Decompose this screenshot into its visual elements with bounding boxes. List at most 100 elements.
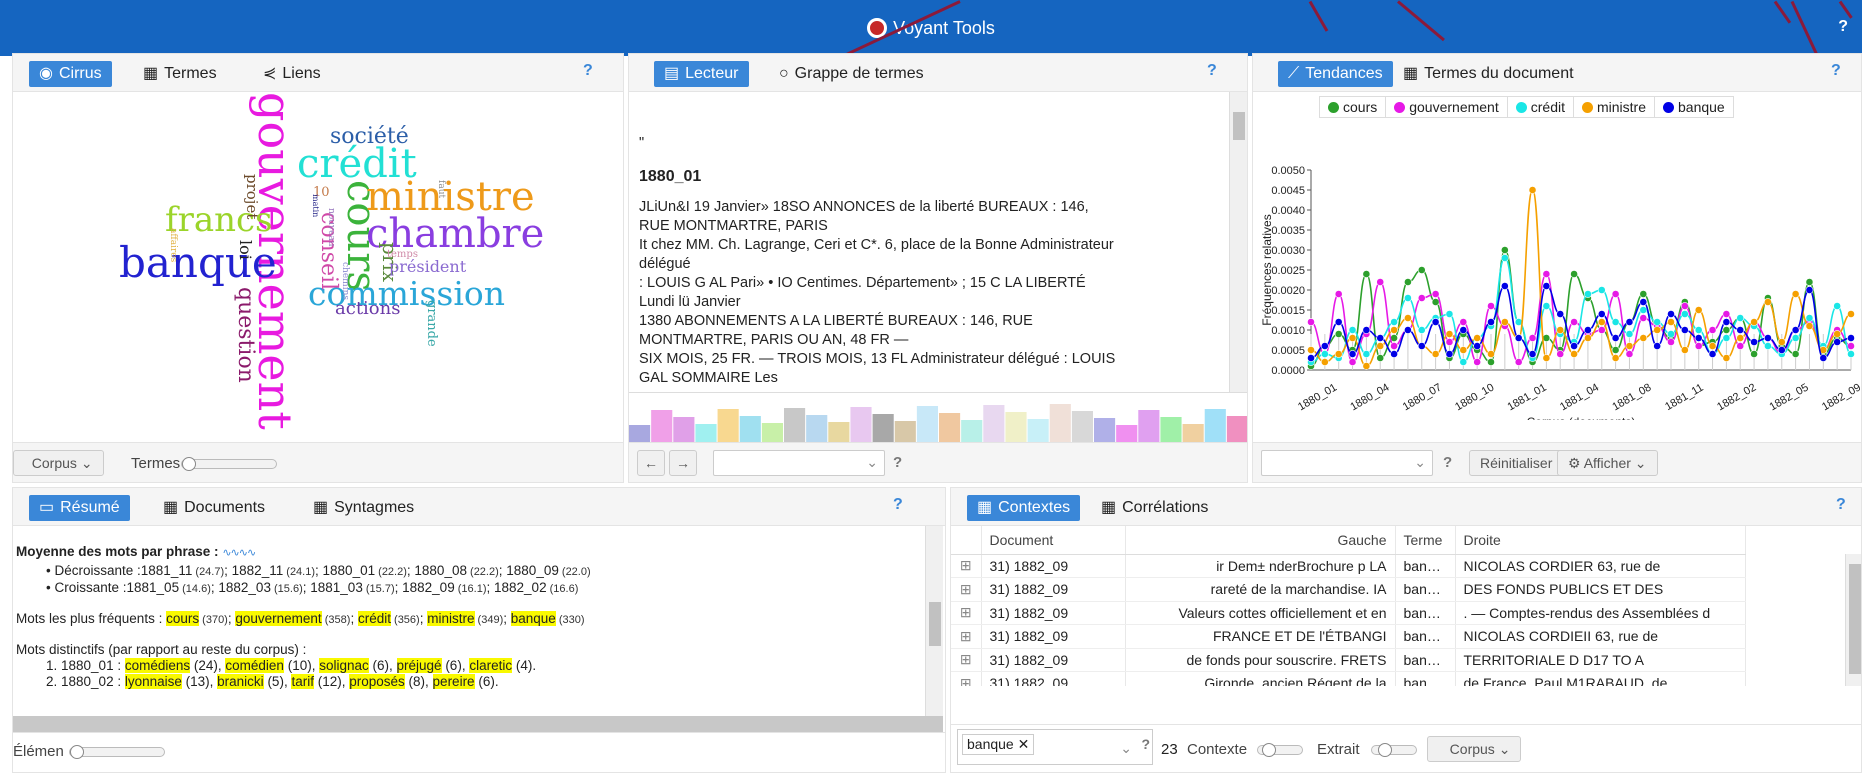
data-point[interactable] — [1764, 334, 1772, 342]
document-bar[interactable] — [1116, 425, 1138, 443]
data-point[interactable] — [1667, 310, 1675, 318]
tab-lecteur[interactable]: ▤ Lecteur — [654, 61, 749, 87]
document-bar[interactable] — [695, 424, 717, 443]
document-link[interactable]: 1882_11 — [232, 563, 284, 578]
data-point[interactable] — [1777, 338, 1786, 346]
data-point[interactable] — [1500, 318, 1509, 326]
document-link[interactable]: 1881_11 — [141, 563, 193, 578]
data-point[interactable] — [1307, 346, 1315, 354]
data-point[interactable] — [1694, 342, 1703, 350]
data-point[interactable] — [1348, 334, 1357, 342]
trends-help-icon[interactable]: ? — [1831, 62, 1841, 80]
legend-item[interactable]: ministre — [1574, 97, 1655, 117]
scroll-thumb[interactable] — [929, 602, 941, 646]
data-point[interactable] — [1833, 330, 1842, 338]
document-bar[interactable] — [784, 408, 806, 443]
document-link[interactable]: 1882_03 — [218, 580, 271, 595]
data-point[interactable] — [1708, 326, 1717, 334]
data-point[interactable] — [1417, 326, 1426, 334]
cloud-word[interactable]: actions — [335, 300, 400, 318]
slider-handle[interactable] — [70, 745, 84, 759]
data-point[interactable] — [1320, 350, 1329, 358]
document-bar[interactable] — [1094, 418, 1116, 443]
data-point[interactable] — [1777, 346, 1786, 354]
cloud-word[interactable]: nouveau — [326, 208, 336, 247]
column-document[interactable]: Document — [981, 526, 1126, 555]
expand-icon[interactable]: ⊞ — [951, 577, 982, 602]
data-point[interactable] — [1847, 350, 1855, 358]
data-point[interactable] — [1528, 350, 1537, 358]
legend-item[interactable]: banque — [1655, 97, 1733, 117]
legend-item[interactable]: gouvernement — [1386, 97, 1508, 117]
data-point[interactable] — [1611, 290, 1620, 298]
data-point[interactable] — [1694, 326, 1703, 334]
cloud-word[interactable]: grande — [424, 300, 439, 347]
data-point[interactable] — [1667, 330, 1675, 338]
cloud-word[interactable]: loi — [236, 240, 255, 260]
term-link[interactable]: comédiens — [124, 658, 191, 673]
data-point[interactable] — [1597, 326, 1606, 334]
data-point[interactable] — [1500, 254, 1509, 262]
data-point[interactable] — [1459, 318, 1468, 326]
data-point[interactable] — [1390, 318, 1398, 326]
data-point[interactable] — [1570, 270, 1578, 278]
document-bar[interactable] — [1005, 412, 1027, 443]
data-point[interactable] — [1764, 298, 1772, 306]
data-point[interactable] — [1362, 326, 1371, 334]
term-link[interactable]: pereire — [432, 674, 475, 689]
data-point[interactable] — [1528, 334, 1537, 342]
term-link[interactable]: tarif — [291, 674, 314, 689]
scroll-thumb[interactable] — [1849, 564, 1861, 674]
data-point[interactable] — [1847, 342, 1855, 350]
term-link[interactable]: proposés — [349, 674, 405, 689]
data-point[interactable] — [1667, 318, 1675, 326]
data-point[interactable] — [1847, 334, 1855, 342]
data-point[interactable] — [1556, 326, 1565, 334]
data-point[interactable] — [1376, 354, 1385, 362]
document-bar[interactable] — [916, 406, 938, 443]
data-point[interactable] — [1611, 354, 1620, 362]
document-bar[interactable] — [1160, 417, 1182, 443]
data-point[interactable] — [1417, 294, 1426, 302]
data-point[interactable] — [1805, 286, 1814, 294]
term-link[interactable]: préjugé — [396, 658, 442, 673]
term-link[interactable]: claretic — [469, 658, 513, 673]
data-point[interactable] — [1736, 326, 1745, 334]
extract-slider[interactable] — [1371, 743, 1417, 757]
data-point[interactable] — [1514, 358, 1523, 366]
data-point[interactable] — [1473, 334, 1482, 342]
elements-slider[interactable] — [69, 745, 165, 759]
data-point[interactable] — [1625, 318, 1634, 326]
context-slider[interactable] — [1257, 743, 1303, 757]
legend-item[interactable]: crédit — [1508, 97, 1574, 117]
expand-icon[interactable]: ⊞ — [951, 671, 982, 686]
summary-scrollbar[interactable] — [925, 526, 943, 716]
data-point[interactable] — [1805, 314, 1814, 322]
document-bar[interactable] — [939, 413, 961, 443]
data-point[interactable] — [1445, 330, 1454, 338]
term-link[interactable]: ministre — [427, 611, 475, 626]
data-point[interactable] — [1459, 346, 1468, 354]
document-bar[interactable] — [717, 409, 739, 443]
document-bar[interactable] — [1049, 404, 1071, 443]
data-point[interactable] — [1625, 342, 1634, 350]
cloud-word[interactable]: question — [233, 287, 258, 383]
data-point[interactable] — [1750, 318, 1758, 326]
table-row[interactable]: ⊞ 31) 1882_09 de fonds pour souscrire. FRE… — [951, 648, 1746, 672]
term-link[interactable]: gouvernement — [235, 611, 322, 626]
tab-tendances[interactable]: ⟋ Tendances — [1278, 61, 1393, 87]
data-point[interactable] — [1362, 350, 1371, 358]
data-point[interactable] — [1570, 342, 1578, 350]
data-point[interactable] — [1736, 334, 1745, 342]
data-point[interactable] — [1833, 302, 1842, 310]
data-point[interactable] — [1431, 290, 1440, 298]
data-point[interactable] — [1750, 338, 1758, 346]
cloud-word[interactable]: temps — [387, 250, 418, 260]
document-bar[interactable] — [1071, 411, 1093, 443]
data-point[interactable] — [1750, 350, 1758, 358]
data-point[interactable] — [1639, 334, 1648, 342]
data-point[interactable] — [1445, 338, 1454, 346]
data-point[interactable] — [1487, 318, 1495, 326]
previous-button[interactable]: ← — [637, 450, 665, 476]
document-bar[interactable] — [1027, 419, 1049, 443]
